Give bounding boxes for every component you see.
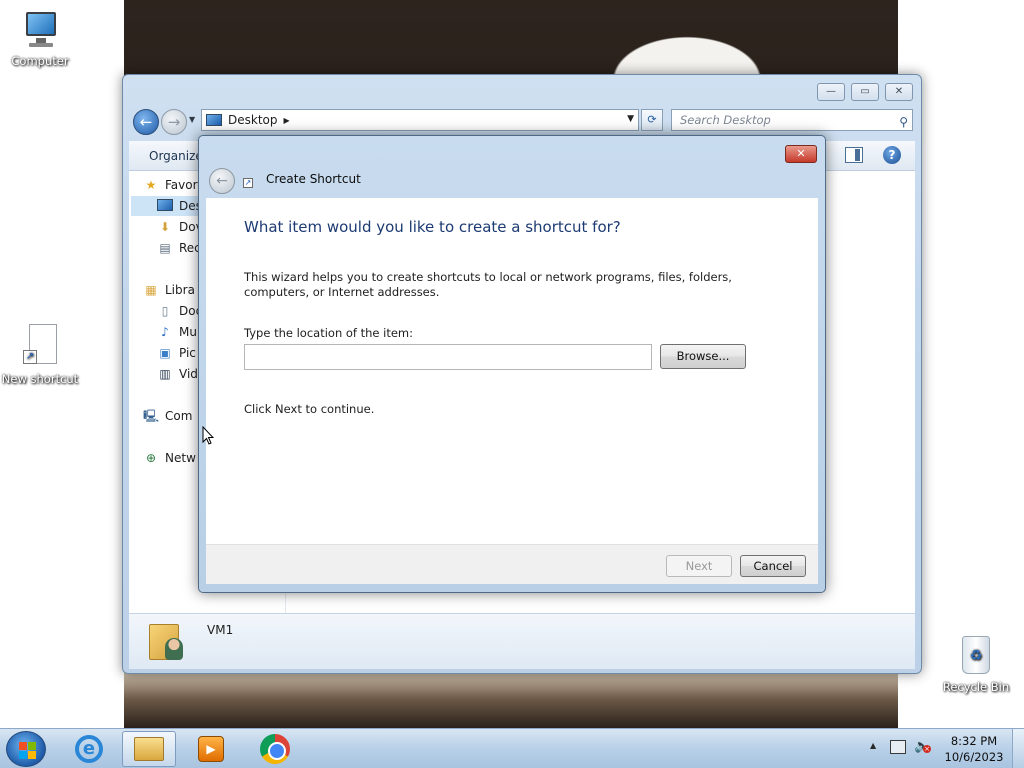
chevron-right-icon[interactable]: ▶: [284, 116, 290, 125]
wizard-back-button[interactable]: ←: [209, 168, 235, 194]
system-clock[interactable]: 8:32 PM 10/6/2023: [940, 733, 1008, 765]
recycle-bin-icon: ♻: [958, 632, 994, 676]
dialog-title: Create Shortcut: [266, 172, 361, 186]
nav-item-label: Mu: [179, 325, 197, 339]
nav-item-network[interactable]: ⊕ Netw: [143, 448, 196, 468]
desktop-icon-label: Computer: [11, 54, 69, 68]
nav-item-downloads[interactable]: ⬇ Dov: [157, 217, 203, 237]
details-pane: VM1: [129, 613, 915, 669]
wizard-heading: What item would you like to create a sho…: [244, 218, 621, 236]
desktop-icon-label: Recycle Bin: [942, 680, 1010, 694]
nav-item-label: Libra: [165, 283, 195, 297]
window-controls: — ▭ ✕: [817, 83, 913, 101]
videos-icon: ▥: [159, 367, 171, 381]
cancel-button[interactable]: Cancel: [740, 555, 806, 577]
create-shortcut-dialog: ✕ ← ↗ Create Shortcut What item would yo…: [198, 135, 826, 593]
details-item-name: VM1: [207, 623, 234, 637]
nav-item-music[interactable]: ♪ Mu: [157, 322, 197, 342]
desktop-icon-recycle-bin[interactable]: ♻ Recycle Bin: [936, 632, 1016, 694]
clock-date: 10/6/2023: [944, 750, 1004, 764]
wizard-description: This wizard helps you to create shortcut…: [244, 270, 732, 299]
wizard-footer: Next Cancel: [206, 544, 818, 584]
taskbar: e ▶ ▲ 🔈 × 8:32 PM 10/6/2023: [0, 728, 1024, 768]
user-folder-icon: [149, 620, 187, 662]
shortcut-file-icon: ↗: [23, 324, 57, 368]
taskbar-windows-explorer[interactable]: [122, 731, 176, 767]
forward-button[interactable]: →: [161, 109, 187, 135]
downloads-icon: ⬇: [159, 220, 171, 234]
close-button[interactable]: ✕: [885, 83, 913, 101]
network-icon: ⊕: [145, 451, 157, 465]
pictures-icon: ▣: [159, 346, 171, 360]
next-button[interactable]: Next: [666, 555, 732, 577]
minimize-button[interactable]: —: [817, 83, 845, 101]
muted-icon: ×: [923, 745, 931, 753]
maximize-button[interactable]: ▭: [851, 83, 879, 101]
libraries-icon: ▦: [145, 283, 157, 297]
nav-item-pictures[interactable]: ▣ Pic: [157, 343, 196, 363]
nav-item-computer[interactable]: 🖳 Com: [143, 406, 192, 426]
taskbar-media-player[interactable]: ▶: [184, 731, 238, 767]
search-input[interactable]: Search Desktop ⚲: [671, 109, 913, 131]
desktop-icon-label: New shortcut: [1, 372, 79, 386]
help-icon[interactable]: ?: [883, 146, 901, 164]
nav-item-videos[interactable]: ▥ Vid: [157, 364, 198, 384]
documents-icon: ▯: [161, 304, 169, 318]
taskbar-internet-explorer[interactable]: e: [62, 731, 116, 767]
chrome-icon: [260, 734, 290, 764]
shortcut-icon: ↗: [243, 178, 253, 188]
nav-item-label: Vid: [179, 367, 198, 381]
desktop-icon-new-shortcut[interactable]: ↗ New shortcut: [0, 324, 80, 386]
windows-logo-icon: [19, 742, 36, 759]
nav-item-label: Com: [165, 409, 193, 423]
refresh-button[interactable]: ⟳: [641, 109, 663, 131]
folder-icon: [134, 737, 164, 761]
address-bar[interactable]: Desktop ▶ ▼: [201, 109, 639, 131]
search-icon[interactable]: ⚲: [899, 112, 908, 132]
nav-item-label: Netw: [165, 451, 196, 465]
start-button[interactable]: [6, 731, 46, 767]
dialog-close-button[interactable]: ✕: [785, 145, 817, 163]
recent-pages-dropdown[interactable]: ▼: [189, 115, 195, 124]
wizard-body: What item would you like to create a sho…: [206, 198, 818, 544]
nav-item-recent[interactable]: ▤ Rec: [157, 238, 200, 258]
search-placeholder: Search Desktop: [680, 113, 771, 127]
desktop-icon: [206, 114, 222, 126]
browse-button[interactable]: Browse...: [660, 344, 746, 369]
desktop-icon: [157, 199, 173, 213]
nav-item-label: Pic: [179, 346, 196, 360]
desktop-icon-computer[interactable]: Computer: [0, 10, 80, 68]
nav-item-favorites[interactable]: ★ Favor: [143, 175, 198, 195]
network-tray-icon[interactable]: [890, 740, 906, 754]
recent-icon: ▤: [159, 241, 171, 255]
media-player-icon: ▶: [198, 736, 224, 762]
music-icon: ♪: [161, 325, 169, 339]
internet-explorer-icon: e: [75, 735, 103, 763]
organize-button[interactable]: Organize: [149, 149, 203, 163]
location-label: Type the location of the item:: [244, 326, 414, 340]
show-desktop-button[interactable]: [1012, 729, 1024, 768]
back-button[interactable]: ←: [133, 109, 159, 135]
nav-item-label: Favor: [165, 178, 198, 192]
location-input[interactable]: [244, 344, 652, 370]
show-hidden-icons-button[interactable]: ▲: [870, 741, 876, 750]
computer-icon: 🖳: [143, 409, 160, 423]
clock-time: 8:32 PM: [950, 734, 998, 748]
nav-item-libraries[interactable]: ▦ Libra: [143, 280, 195, 300]
taskbar-chrome[interactable]: [248, 731, 302, 767]
address-dropdown-icon[interactable]: ▼: [627, 114, 634, 124]
mouse-cursor-icon: [202, 426, 214, 445]
continue-hint: Click Next to continue.: [244, 402, 375, 416]
star-icon: ★: [145, 178, 157, 192]
nav-item-documents[interactable]: ▯ Doc: [157, 301, 203, 321]
breadcrumb-desktop[interactable]: Desktop: [228, 113, 278, 127]
computer-icon: [20, 10, 60, 50]
preview-pane-icon[interactable]: [845, 147, 863, 163]
